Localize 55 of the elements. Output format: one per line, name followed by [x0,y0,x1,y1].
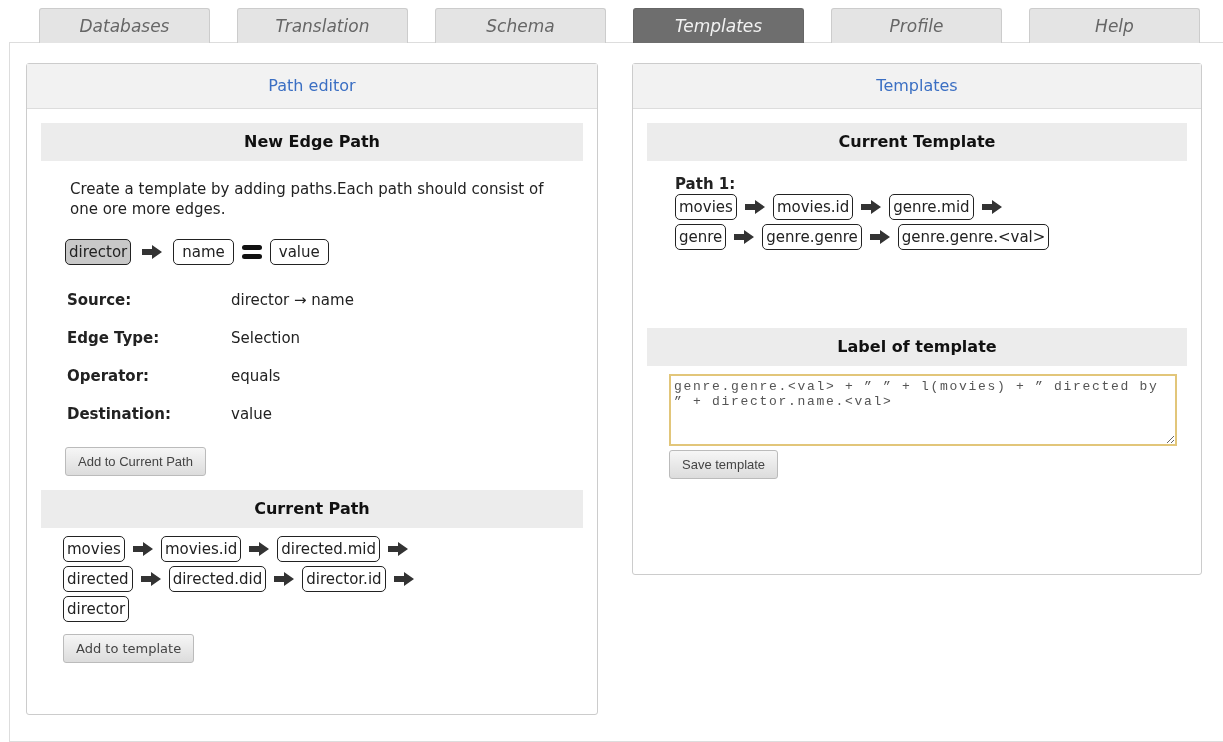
save-template-button[interactable]: Save template [669,450,779,479]
node-chip[interactable]: value [269,239,329,265]
equals-icon [240,244,263,260]
arrow-icon [386,541,409,557]
tab[interactable]: Translation [237,8,408,43]
arrow-icon [273,571,296,587]
node-chip[interactable]: directed.mid [277,536,380,562]
arrow-icon [743,199,766,215]
node-chip[interactable]: director [63,596,130,622]
node-chip[interactable]: genre.genre.<val> [897,224,1050,250]
section-heading: Current Template [647,123,1187,161]
tab[interactable]: Databases [39,8,210,43]
section-heading: Label of template [647,328,1187,366]
property-value: value [231,405,273,423]
tab[interactable]: Profile [831,8,1002,43]
arrow-icon [868,229,891,245]
arrow-icon [860,199,883,215]
node-chip[interactable]: name [173,239,234,265]
description-text: Create a template by adding paths.Each path should consist of one ore more edges. [70,179,545,219]
node-chip[interactable]: directed.did [168,566,267,592]
tab[interactable]: Help [1029,8,1200,43]
property-value: equals [231,367,282,385]
label-text-area[interactable]: genre.genre.<val> + ” ” + l(movies) + ” directed by ” + director.name.<val> [669,374,1177,446]
node-chip[interactable]: movies.id [772,194,854,220]
tab[interactable]: Schema [435,8,606,43]
node-chip[interactable]: director [65,239,132,265]
node-chip[interactable]: genre.mid [889,194,974,220]
section-heading: Current Path [41,490,583,528]
property-label: Destination: [67,405,172,423]
property-value: Selection [231,329,302,347]
arrow-icon [248,541,271,557]
arrow-icon [139,571,162,587]
node-chip[interactable]: movies [675,194,737,220]
add-to-current-path-button[interactable]: Add to Current Path [65,447,206,476]
node-chip[interactable]: movies.id [160,536,242,562]
node-chip[interactable]: director.id [302,566,386,592]
node-chip[interactable]: genre.genre [762,224,862,250]
node-chip[interactable]: movies [63,536,125,562]
path-label: Path 1: [675,175,737,193]
arrow-icon [141,244,164,260]
arrow-icon [733,229,756,245]
panel-title: Path editor [27,64,597,109]
node-chip[interactable]: genre [675,224,727,250]
property-label: Operator: [67,367,151,385]
arrow-icon [392,571,415,587]
section-heading: New Edge Path [41,123,583,161]
property-label: Edge Type: [67,329,161,347]
property-value: director → name [231,291,355,309]
arrow-icon [980,199,1003,215]
arrow-icon [131,541,154,557]
tab[interactable]: Templates [633,8,804,43]
add-to-template-button[interactable]: Add to template [63,634,195,663]
panel-title: Templates [633,64,1201,109]
node-chip[interactable]: directed [63,566,133,592]
property-label: Source: [67,291,133,309]
